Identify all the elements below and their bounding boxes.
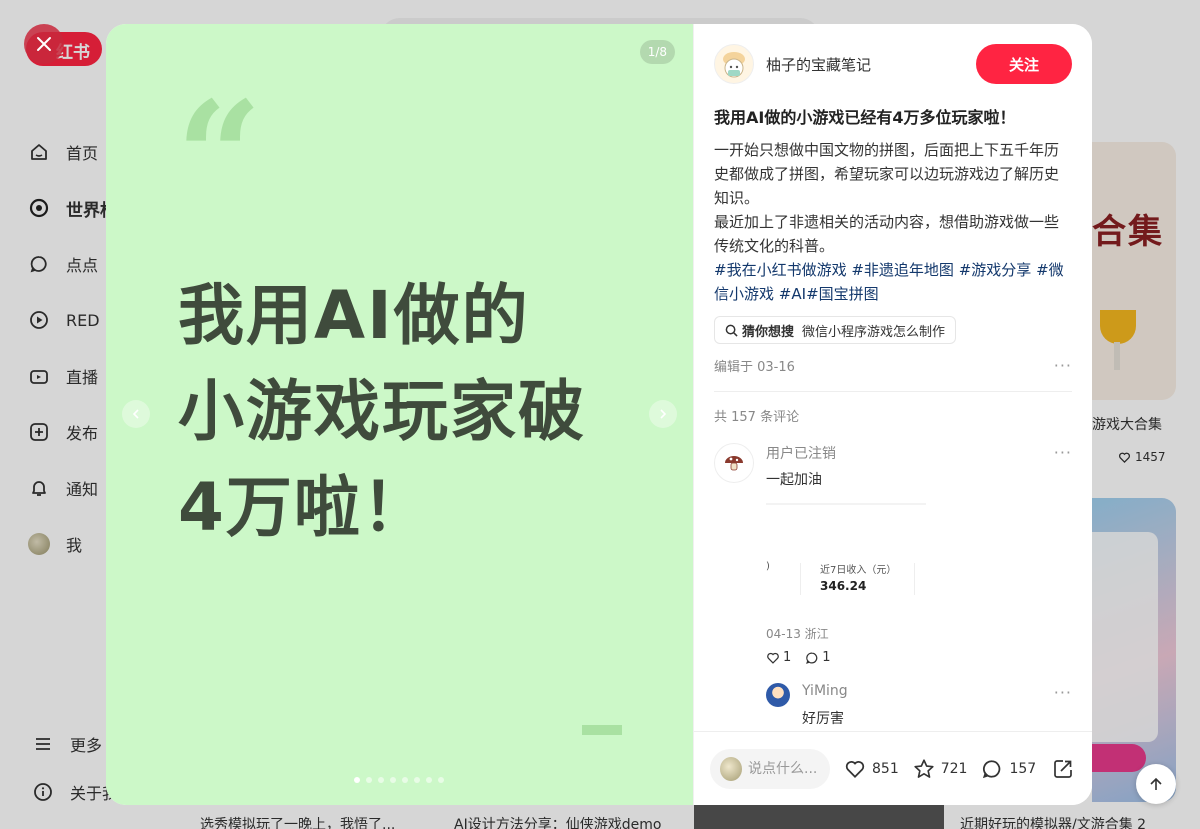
tag-link[interactable]: #非遗追年地图 [851,261,954,279]
note-description: 一开始只想做中国文物的拼图，后面把上下五千年历史都做成了拼图，希望玩家可以边玩游… [714,138,1072,306]
carousel-dot[interactable] [354,777,360,783]
more-options-icon[interactable]: ··· [1054,356,1072,375]
author-avatar[interactable] [714,44,754,84]
tag-link[interactable]: #AI [779,285,806,303]
related-search-chip[interactable]: 猜你想搜 微信小程序游戏怎么制作 [714,316,957,344]
comment-like-count: 1 [783,650,792,665]
carousel-dot[interactable] [438,777,444,783]
reply-item: YiMing ··· 好厉害 [766,683,1072,728]
share-button[interactable] [1052,758,1074,780]
comment-icon [983,759,1001,778]
back-to-top-button[interactable] [1136,764,1176,804]
note-meta: 编辑于 03-16 ··· [714,356,1072,375]
collect-count: 721 [940,760,968,777]
tag-link[interactable]: #国宝拼图 [806,285,879,303]
comment-total: 157 [1009,760,1037,777]
like-count: 851 [872,760,899,777]
collect-button[interactable]: 721 [913,758,968,780]
search-icon [725,324,738,337]
comment-meta: 04-13 浙江 [766,627,829,641]
more-options-icon[interactable]: ··· [1054,683,1072,702]
note-image-carousel[interactable]: 1/8 “ 我用AI做的 小游戏玩家破 4万啦！ [106,24,693,805]
close-button[interactable] [24,24,64,64]
image-divider [800,563,801,595]
cover-line: 4万啦！ [178,469,430,546]
page-counter: 1/8 [639,40,675,64]
note-detail-modal: 1/8 “ 我用AI做的 小游戏玩家破 4万啦！ 柚子的宝藏笔记 关注 我用AI… [106,24,1092,805]
comment-icon [806,651,818,664]
comment-button[interactable]: 157 [981,758,1036,780]
comment-reply-button[interactable]: 1 [805,650,831,665]
note-content-scroll[interactable]: 我用AI做的小游戏已经有4万多位玩家啦！ 一开始只想做中国文物的拼图，后面把上下… [694,102,1092,731]
follow-button[interactable]: 关注 [976,44,1072,84]
note-side-panel: 柚子的宝藏笔记 关注 我用AI做的小游戏已经有4万多位玩家啦！ 一开始只想做中国… [693,24,1092,805]
next-image-button[interactable] [649,400,677,428]
prev-image-button[interactable] [122,400,150,428]
tag-link[interactable]: #游戏分享 [959,261,1032,279]
cover-decoration [582,725,622,735]
like-button[interactable]: 851 [844,758,899,780]
note-paragraph: 最近加上了非遗相关的活动内容，想借助游戏做一些传统文化的科普。 [714,213,1060,255]
close-icon [37,37,51,51]
tag-link[interactable]: #我在小红书做游戏 [714,261,847,279]
user-avatar [720,756,742,781]
commenter-name[interactable]: 用户已注销 [766,443,836,463]
comment-count: 共 157 条评论 [714,410,800,425]
comment-image-label: ) [766,561,770,572]
cover-line: 我用AI做的 [178,277,530,354]
carousel-dot[interactable] [390,777,396,783]
note-tags: #我在小红书做游戏 #非遗追年地图 #游戏分享 #微信小游戏 #AI#国宝拼图 [714,258,1072,306]
comment-image[interactable]: ) 近7日收入（元） 346.24 [766,503,926,613]
edited-date: 编辑于 03-16 [714,360,795,375]
carousel-dots [354,777,444,783]
comment-text: 一起加油 [766,472,822,488]
replier-avatar[interactable] [766,683,790,707]
note-paragraph: 一开始只想做中国文物的拼图，后面把上下五千年历史都做成了拼图，希望玩家可以边玩游… [714,141,1060,207]
arrow-up-icon [1150,777,1162,790]
comment-reply-count: 1 [822,650,831,665]
comment-like-button[interactable]: 1 [766,650,791,665]
divider [714,391,1072,392]
replier-name[interactable]: YiMing [802,683,848,702]
cover-line: 小游戏玩家破 [178,373,586,450]
carousel-dot[interactable] [426,777,432,783]
comment-input[interactable] [748,760,820,777]
comment-image-value: 346.24 [820,579,867,593]
author-name[interactable]: 柚子的宝藏笔记 [766,54,976,75]
reply-text: 好厉害 [802,711,844,727]
note-title: 我用AI做的小游戏已经有4万多位玩家啦！ [714,108,1016,127]
carousel-dot[interactable] [366,777,372,783]
related-search-query: 微信小程序游戏怎么制作 [802,324,946,340]
author-bar: 柚子的宝藏笔记 关注 [714,44,1072,84]
heart-icon [845,760,865,778]
comment-item: 用户已注销 ··· 一起加油 ) 近7日收入（元） 346.24 04-13 浙… [714,443,1072,665]
share-icon [1054,759,1073,778]
more-options-icon[interactable]: ··· [1054,443,1072,463]
related-search-label: 猜你想搜 [742,324,795,340]
quote-mark: “ [176,69,263,245]
comment-input-box[interactable] [710,748,830,789]
heart-icon [767,652,779,664]
engagement-bar: 851 721 157 [694,731,1092,805]
chevron-left-icon [132,409,139,419]
chevron-right-icon [660,409,667,419]
carousel-dot[interactable] [402,777,408,783]
carousel-dot[interactable] [414,777,420,783]
commenter-avatar[interactable] [714,443,754,483]
image-divider [914,563,915,595]
star-icon [914,758,934,778]
carousel-dot[interactable] [378,777,384,783]
comment-image-label: 近7日收入（元） [820,565,897,576]
cover-headline: 我用AI做的 小游戏玩家破 4万啦！ [178,268,586,556]
comment-actions: 1 1 [766,650,1072,665]
